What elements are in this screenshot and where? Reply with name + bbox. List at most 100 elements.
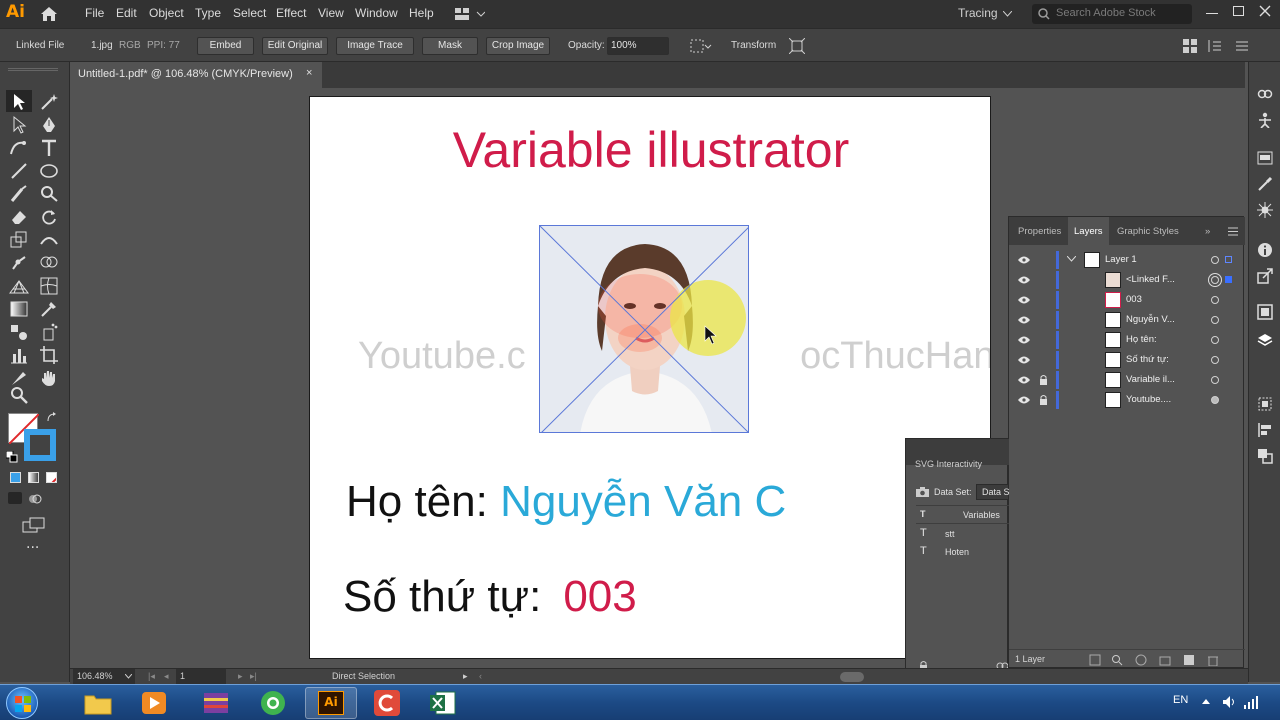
- layer-row[interactable]: <Linked F...: [1009, 270, 1245, 290]
- direct-selection-icon[interactable]: [8, 114, 30, 136]
- target-circle-icon[interactable]: [1211, 296, 1219, 304]
- zoom-tool-icon[interactable]: [8, 384, 30, 406]
- stt-field[interactable]: Số thứ tự: 003: [343, 572, 637, 622]
- network-icon[interactable]: [1244, 695, 1258, 709]
- layers-icon[interactable]: [1257, 332, 1273, 348]
- isolate-icon[interactable]: [789, 38, 805, 54]
- maximize-button[interactable]: [1233, 6, 1244, 16]
- hand-tool-icon[interactable]: [38, 367, 60, 389]
- chevron-down-icon[interactable]: [1067, 256, 1076, 262]
- line-tool-icon[interactable]: [8, 160, 30, 182]
- symbols-icon[interactable]: [1257, 202, 1273, 218]
- mesh-tool-icon[interactable]: [38, 275, 60, 297]
- curvature-tool-icon[interactable]: [8, 137, 30, 159]
- screen-mode-icon[interactable]: [22, 517, 46, 533]
- visibility-eye-icon[interactable]: [1018, 376, 1030, 384]
- collect-export-icon[interactable]: [1089, 654, 1101, 666]
- puppet-warp-icon[interactable]: [8, 252, 30, 274]
- visibility-eye-icon[interactable]: [1018, 356, 1030, 364]
- close-tab-icon[interactable]: ×: [306, 67, 312, 79]
- first-artboard-icon[interactable]: |◂: [148, 671, 155, 682]
- pen-tool-icon[interactable]: [38, 114, 60, 136]
- magic-wand-icon[interactable]: [38, 91, 60, 113]
- embed-button[interactable]: Embed: [197, 37, 254, 55]
- taskbar-excel[interactable]: [418, 687, 470, 719]
- paintbrush-icon[interactable]: [8, 183, 30, 205]
- minimize-button[interactable]: [1206, 13, 1218, 14]
- visibility-eye-icon[interactable]: [1018, 336, 1030, 344]
- swap-colors-icon[interactable]: [46, 412, 58, 424]
- menu-file[interactable]: File: [85, 6, 104, 20]
- type-tool-icon[interactable]: [38, 137, 60, 159]
- menu-type[interactable]: Type: [195, 6, 221, 20]
- edit-original-button[interactable]: Edit Original: [262, 37, 328, 55]
- menu-view[interactable]: View: [318, 6, 344, 20]
- crop-image-button[interactable]: Crop Image: [486, 37, 550, 55]
- close-icon[interactable]: [1259, 5, 1271, 17]
- taskbar-camtasia[interactable]: [362, 687, 414, 719]
- brushes-icon[interactable]: [1257, 176, 1273, 192]
- camera-icon[interactable]: [916, 487, 929, 497]
- graph-tool-icon[interactable]: [8, 344, 30, 366]
- shaper-tool-icon[interactable]: [38, 183, 60, 205]
- artboards-icon[interactable]: [1257, 304, 1273, 320]
- perspective-grid-icon[interactable]: [8, 275, 30, 297]
- menu-select[interactable]: Select: [233, 6, 266, 20]
- visibility-eye-icon[interactable]: [1018, 316, 1030, 324]
- panel-menu-icon[interactable]: [1228, 227, 1238, 236]
- layer-row[interactable]: Variable il...: [1009, 370, 1245, 390]
- taskbar-winrar[interactable]: [190, 687, 242, 719]
- artboard-number-select[interactable]: 1: [176, 669, 226, 684]
- layer-row[interactable]: Youtube....: [1009, 390, 1245, 410]
- taskbar-explorer[interactable]: [72, 687, 124, 719]
- layer-row[interactable]: Số thứ tự:: [1009, 350, 1245, 370]
- pathfinder-icon[interactable]: [1257, 448, 1273, 464]
- new-sublayer-icon[interactable]: [1159, 654, 1171, 666]
- opacity-input[interactable]: 100%: [607, 37, 669, 55]
- more-tools-icon[interactable]: ···: [26, 540, 39, 556]
- horizontal-scrollbar-thumb[interactable]: [840, 672, 864, 682]
- ellipse-tool-icon[interactable]: [38, 160, 60, 182]
- search-stock-input[interactable]: Search Adobe Stock: [1032, 4, 1192, 24]
- variable-item[interactable]: Hoten: [945, 547, 969, 557]
- align-icon[interactable]: [690, 39, 712, 53]
- lock-icon[interactable]: [1039, 394, 1048, 405]
- panel-grid-icon[interactable]: [1183, 39, 1197, 53]
- scale-tool-icon[interactable]: [8, 229, 30, 251]
- default-colors-icon[interactable]: [6, 451, 18, 463]
- layer-row[interactable]: Nguyễn V...: [1009, 310, 1245, 330]
- artboard[interactable]: Variable illustrator Youtube.c ocThucHan…: [309, 96, 991, 659]
- dataset-select[interactable]: Data S: [976, 484, 1010, 500]
- menu-effect[interactable]: Effect: [276, 6, 306, 20]
- blend-tool-icon[interactable]: [8, 321, 30, 343]
- clipping-mask-icon[interactable]: [1135, 654, 1147, 666]
- artboard-title[interactable]: Variable illustrator: [310, 121, 990, 179]
- home-icon[interactable]: [40, 6, 58, 22]
- taskbar-coccoc[interactable]: [248, 687, 300, 719]
- target-circle-icon[interactable]: [1211, 276, 1219, 284]
- info-icon[interactable]: [1257, 242, 1273, 258]
- swatches-icon[interactable]: [1257, 150, 1273, 166]
- selection-tool-icon[interactable]: [8, 91, 30, 113]
- tab-properties[interactable]: Properties: [1018, 226, 1061, 237]
- menu-icon[interactable]: [1235, 39, 1249, 53]
- taskbar-media-player[interactable]: [128, 687, 180, 719]
- language-indicator[interactable]: EN: [1173, 694, 1188, 706]
- align-panel-icon[interactable]: [1257, 422, 1273, 438]
- last-artboard-icon[interactable]: ▸|: [250, 671, 257, 682]
- visibility-eye-icon[interactable]: [1018, 276, 1030, 284]
- trash-icon[interactable]: [1207, 654, 1219, 666]
- gradient-mode-button[interactable]: [28, 472, 39, 483]
- color-mode-button[interactable]: [10, 472, 21, 483]
- name-field[interactable]: Họ tên: Nguyễn Văn C: [346, 477, 786, 527]
- mask-button[interactable]: Mask: [422, 37, 478, 55]
- tab-document[interactable]: Untitled-1.pdf* @ 106.48% (CMYK/Preview)…: [70, 62, 322, 88]
- locate-object-icon[interactable]: [1111, 654, 1123, 666]
- target-circle-icon[interactable]: [1211, 396, 1219, 404]
- prev-artboard-icon[interactable]: ◂: [164, 671, 169, 682]
- layer-row[interactable]: Layer 1: [1009, 250, 1245, 270]
- target-circle-icon[interactable]: [1211, 356, 1219, 364]
- visibility-eye-icon[interactable]: [1018, 256, 1030, 264]
- image-trace-button[interactable]: Image Trace: [336, 37, 414, 55]
- start-button[interactable]: [6, 687, 38, 719]
